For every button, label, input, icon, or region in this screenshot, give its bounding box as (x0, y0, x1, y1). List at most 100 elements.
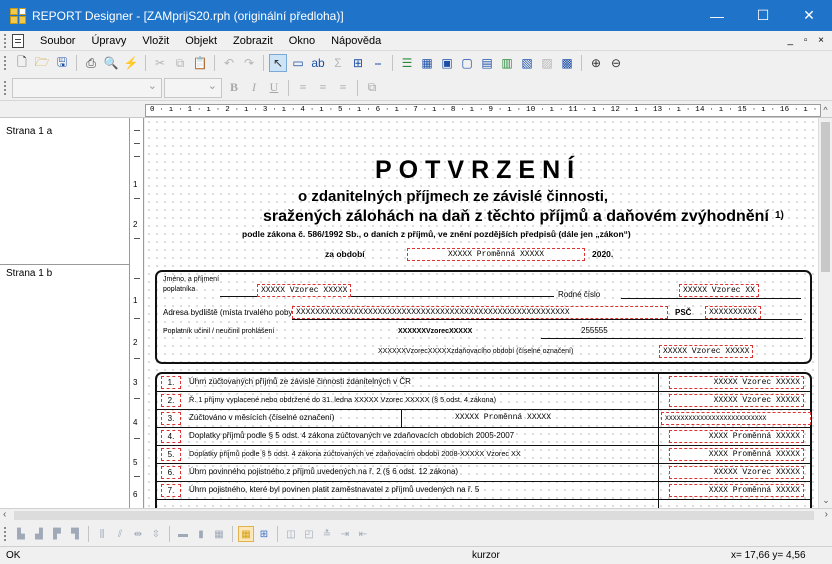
document-subtitle-1[interactable]: o zdanitelných příjmech ze závislé činno… (298, 188, 608, 205)
line-tool-icon[interactable]: ⎯ (369, 54, 387, 72)
align-left-edges-icon[interactable]: ▙ (13, 526, 29, 542)
grid-size-icon[interactable]: ▦ (211, 526, 227, 542)
italic-button[interactable]: I (244, 79, 264, 97)
row-mid-value[interactable]: XXXXX Proměnná XXXXX (455, 413, 551, 422)
align-right-edges-icon[interactable]: ▟ (31, 526, 47, 542)
frame-tool-icon[interactable]: ▢ (458, 54, 476, 72)
zoom-out-icon[interactable]: ⊖ (607, 54, 625, 72)
table-tool-icon[interactable]: ▦ (418, 54, 436, 72)
close-button[interactable]: ✕ (786, 0, 832, 31)
bring-front-icon[interactable]: ◫ (283, 526, 299, 542)
scroll-down-icon[interactable]: ⌄ (819, 495, 832, 506)
name-field[interactable]: XXXXX Vzorec XXXXX (257, 284, 352, 297)
text-tool-icon[interactable]: ab (309, 54, 327, 72)
rect-tool-icon[interactable]: ▣ (438, 54, 456, 72)
row-number[interactable]: 3. (161, 412, 181, 425)
toolbar-grip[interactable] (4, 33, 7, 48)
address-field[interactable]: XXXXXXXXXXXXXXXXXXXXXXXXXXXXXXXXXXXXXXXX… (292, 306, 668, 319)
rc-field[interactable]: XXXXX Vzorec XX (679, 284, 760, 297)
row-text[interactable]: Úhrn povinného pojistného z příjmů uvede… (189, 467, 458, 476)
undo-icon[interactable]: ↶ (220, 54, 238, 72)
variable-tool-icon[interactable]: ⊞ (349, 54, 367, 72)
address-label[interactable]: Adresa bydliště (místa trvalého pobytu). (163, 308, 304, 317)
zoom-in-icon[interactable]: ⊕ (587, 54, 605, 72)
maximize-button[interactable]: ☐ (740, 0, 786, 31)
declaration-label[interactable]: Poplatník učinil / neučinil prohlášení (163, 328, 274, 335)
row-value[interactable]: XXXX Proměnná XXXXX (669, 484, 804, 497)
new-file-icon[interactable]: 🗋 (13, 54, 31, 72)
row-number[interactable]: 7. (161, 484, 181, 497)
same-height-icon[interactable]: ⇳ (148, 526, 164, 542)
copy-icon[interactable]: ⧉ (171, 54, 189, 72)
psc-label[interactable]: PSČ (675, 308, 691, 317)
guides-icon[interactable]: ⊞ (256, 526, 272, 542)
menu-soubor[interactable]: Soubor (32, 35, 83, 47)
menu-upravy[interactable]: Úpravy (83, 35, 134, 47)
menu-vlozit[interactable]: Vložit (134, 35, 177, 47)
align-left-icon[interactable]: ≡ (293, 79, 313, 97)
toolbar-grip[interactable] (4, 527, 7, 541)
field-tool-icon[interactable]: ▭ (289, 54, 307, 72)
name-label-2[interactable]: poplatníka (163, 286, 195, 293)
row-number[interactable]: 5. (161, 448, 181, 461)
row-text[interactable]: Ř. 1 příjmy vyplacené nebo obdržené do 3… (189, 395, 496, 404)
arrange-icon[interactable]: ≛ (319, 526, 335, 542)
menu-okno[interactable]: Okno (281, 35, 323, 47)
align-top-edges-icon[interactable]: ▛ (49, 526, 65, 542)
rc-label[interactable]: Rodné číslo (558, 290, 600, 299)
document-subtitle-2[interactable]: sražených zálohách na daň z těchto příjm… (263, 208, 769, 226)
print-icon[interactable]: ⎙ (82, 54, 100, 72)
declaration-period-label[interactable]: XXXXXXVzorecXXXXXzdaňovacího období (čís… (378, 348, 573, 355)
document-heading[interactable]: POTVRZENÍ (375, 156, 581, 185)
save-icon[interactable]: 🖫 (53, 54, 71, 72)
row-value[interactable]: XXXXX Vzorec XXXXX (669, 376, 804, 389)
scroll-left-icon[interactable]: ‹ (3, 509, 6, 520)
declaration-field[interactable]: XXXXXXVzorecXXXXX (398, 328, 472, 335)
minimize-button[interactable]: — (694, 0, 740, 31)
print-preview-icon[interactable]: 🔍 (102, 54, 120, 72)
report-canvas[interactable]: POTVRZENÍ o zdanitelných příjmech ze záv… (145, 118, 818, 508)
align-right-icon[interactable]: ≡ (333, 79, 353, 97)
scroll-right-icon[interactable]: › (825, 509, 828, 520)
row-value[interactable]: XXXX Proměnná XXXXX (669, 430, 804, 443)
name-label-1[interactable]: Jméno, a příjmení (163, 276, 219, 283)
center-vertical-icon[interactable]: ⫽ (112, 526, 128, 542)
snap-grid-icon[interactable]: ▦ (238, 526, 254, 542)
redo-icon[interactable]: ↷ (240, 54, 258, 72)
open-folder-icon[interactable]: 🗁 (33, 54, 51, 72)
band-label-b[interactable]: Strana 1 b (6, 268, 52, 279)
space-down-icon[interactable]: ▮ (193, 526, 209, 542)
tab-order-2-icon[interactable]: ⇤ (355, 526, 371, 542)
horizontal-scrollbar[interactable]: ‹ › (0, 508, 832, 522)
row-text[interactable]: Doplatky příjmů podle § 5 odst. 4 zákona… (189, 449, 521, 458)
font-size-combo[interactable] (164, 77, 222, 98)
declaration-field-2[interactable]: 255555 (581, 326, 608, 335)
row-value[interactable]: XXXX Proměnná XXXXX (669, 448, 804, 461)
object-tool-icon[interactable]: ▨ (538, 54, 556, 72)
send-back-icon[interactable]: ◰ (301, 526, 317, 542)
scrollbar-thumb[interactable] (821, 122, 830, 272)
document-icon[interactable] (12, 33, 24, 48)
menu-zobrazit[interactable]: Zobrazit (225, 35, 281, 47)
sum-tool-icon[interactable]: Σ (329, 54, 347, 72)
row-value[interactable]: XXXXX Vzorec XXXXX (669, 394, 804, 407)
properties-icon[interactable]: ⧉ (362, 79, 382, 97)
menu-objekt[interactable]: Objekt (177, 35, 225, 47)
row-number[interactable]: 1. (161, 376, 181, 389)
row-number[interactable]: 2. (161, 394, 181, 407)
period-label[interactable]: za období (325, 249, 365, 259)
footnote-ref[interactable]: 1) (775, 210, 784, 221)
barcode-tool-icon[interactable]: ▥ (498, 54, 516, 72)
law-reference[interactable]: podle zákona č. 586/1992 Sb., o daních z… (242, 229, 631, 239)
declaration-period-field[interactable]: XXXXX Vzorec XXXXX (659, 345, 754, 358)
row-text[interactable]: Zúčtováno v měsících (číselné označení) (189, 413, 334, 422)
space-across-icon[interactable]: ▬ (175, 526, 191, 542)
year-label[interactable]: 2020. (592, 249, 613, 259)
row-value[interactable]: XXXXX Vzorec XXXXX (669, 466, 804, 479)
psc-field[interactable]: XXXXXXXXXX (705, 306, 762, 319)
mdi-window-controls[interactable]: _ ▫ × (787, 35, 828, 46)
toolbar-grip[interactable] (4, 80, 7, 95)
vertical-scrollbar[interactable]: ⌄ (818, 118, 832, 508)
align-center-icon[interactable]: ≡ (313, 79, 333, 97)
toolbar-grip[interactable] (4, 56, 7, 70)
